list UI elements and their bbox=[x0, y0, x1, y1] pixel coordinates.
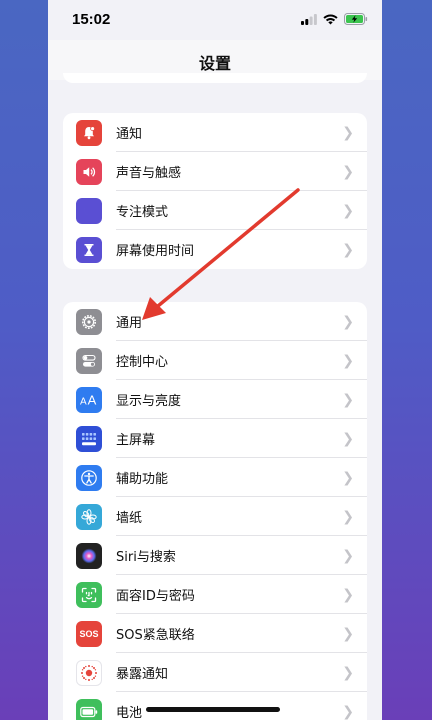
chevron-right-icon: ❯ bbox=[342, 353, 354, 369]
row-label: SOS紧急联络 bbox=[116, 628, 195, 643]
chevron-right-icon: ❯ bbox=[342, 509, 354, 525]
moon-icon bbox=[76, 197, 102, 224]
chevron-right-icon: ❯ bbox=[342, 125, 354, 141]
status-icons bbox=[301, 13, 368, 25]
grid-icon bbox=[76, 425, 102, 452]
wifi-icon bbox=[323, 14, 338, 24]
chevron-right-icon: ❯ bbox=[342, 314, 354, 330]
chevron-right-icon: ❯ bbox=[342, 470, 354, 486]
row-label: 墙纸 bbox=[116, 511, 143, 526]
chevron-right-icon: ❯ bbox=[342, 431, 354, 447]
settings-row-screen-time[interactable]: 屏幕使用时间 ❯ bbox=[63, 230, 367, 269]
speaker-icon bbox=[76, 158, 102, 185]
chevron-right-icon: ❯ bbox=[342, 203, 354, 219]
chevron-right-icon: ❯ bbox=[342, 665, 354, 681]
status-time: 15:02 bbox=[72, 11, 111, 28]
text-size-icon: A A bbox=[76, 386, 102, 413]
accessibility-icon bbox=[76, 464, 102, 491]
settings-row-exposure-notifications[interactable]: 暴露通知 ❯ bbox=[63, 653, 367, 692]
row-label: 辅助功能 bbox=[116, 472, 169, 487]
row-label: 屏幕使用时间 bbox=[116, 244, 195, 259]
row-label: 显示与亮度 bbox=[116, 394, 182, 409]
gear-icon bbox=[76, 308, 102, 335]
settings-row-wallpaper[interactable]: 墙纸 ❯ bbox=[63, 497, 367, 536]
flower-icon bbox=[76, 503, 102, 530]
page-title: 设置 bbox=[198, 54, 231, 73]
settings-row-battery[interactable]: 电池 ❯ bbox=[63, 692, 367, 720]
status-bar: 15:02 bbox=[48, 0, 382, 40]
battery-icon bbox=[76, 698, 102, 720]
svg-text:A: A bbox=[80, 396, 87, 407]
face-id-icon bbox=[76, 581, 102, 608]
settings-row-display-brightness[interactable]: A A 显示与亮度 ❯ bbox=[63, 380, 367, 419]
chevron-right-icon: ❯ bbox=[342, 626, 354, 642]
settings-screen: 15:02 设置 通知 ❯ 声音与触感 ❯ 专注模式 ❯ 屏幕使用时间 ❯ 通用… bbox=[48, 0, 382, 720]
bell-icon bbox=[76, 119, 102, 146]
settings-row-general[interactable]: 通用 ❯ bbox=[63, 302, 367, 341]
settings-row-home-screen[interactable]: 主屏幕 ❯ bbox=[63, 419, 367, 458]
settings-row-face-id-passcode[interactable]: 面容ID与密码 ❯ bbox=[63, 575, 367, 614]
settings-row-accessibility[interactable]: 辅助功能 ❯ bbox=[63, 458, 367, 497]
siri-icon bbox=[76, 542, 102, 569]
row-label: 暴露通知 bbox=[116, 667, 169, 682]
settings-row-control-center[interactable]: 控制中心 ❯ bbox=[63, 341, 367, 380]
settings-group-general: 通用 ❯ 控制中心 ❯ A A 显示与亮度 ❯ 主屏幕 ❯ 辅助功能 ❯ 墙纸 … bbox=[63, 302, 367, 720]
home-indicator[interactable] bbox=[146, 707, 280, 712]
chevron-right-icon: ❯ bbox=[342, 587, 354, 603]
exposure-icon bbox=[76, 659, 102, 686]
row-label: Siri与搜索 bbox=[116, 550, 176, 565]
chevron-right-icon: ❯ bbox=[342, 164, 354, 180]
svg-text:A: A bbox=[88, 392, 97, 407]
settings-row-siri-search[interactable]: Siri与搜索 ❯ bbox=[63, 536, 367, 575]
cellular-signal-icon bbox=[301, 13, 317, 25]
row-label: 通知 bbox=[116, 127, 143, 142]
chevron-right-icon: ❯ bbox=[342, 704, 354, 720]
row-label: 通用 bbox=[116, 316, 143, 331]
previous-group-edge bbox=[63, 73, 367, 83]
hourglass-icon bbox=[76, 236, 102, 263]
sos-icon: SOS bbox=[76, 620, 102, 647]
battery-charging-icon bbox=[344, 13, 368, 25]
row-label: 专注模式 bbox=[116, 205, 169, 220]
row-label: 声音与触感 bbox=[116, 166, 182, 181]
row-label: 控制中心 bbox=[116, 355, 169, 370]
toggles-icon bbox=[76, 347, 102, 374]
settings-row-emergency-sos[interactable]: SOS SOS紧急联络 ❯ bbox=[63, 614, 367, 653]
row-label: 主屏幕 bbox=[116, 433, 156, 448]
settings-row-notifications[interactable]: 通知 ❯ bbox=[63, 113, 367, 152]
settings-row-sounds-haptics[interactable]: 声音与触感 ❯ bbox=[63, 152, 367, 191]
settings-group-notifications: 通知 ❯ 声音与触感 ❯ 专注模式 ❯ 屏幕使用时间 ❯ bbox=[63, 113, 367, 269]
chevron-right-icon: ❯ bbox=[342, 392, 354, 408]
settings-row-focus[interactable]: 专注模式 ❯ bbox=[63, 191, 367, 230]
chevron-right-icon: ❯ bbox=[342, 242, 354, 258]
sos-icon-text: SOS bbox=[79, 628, 99, 639]
row-label: 面容ID与密码 bbox=[116, 589, 195, 604]
chevron-right-icon: ❯ bbox=[342, 548, 354, 564]
